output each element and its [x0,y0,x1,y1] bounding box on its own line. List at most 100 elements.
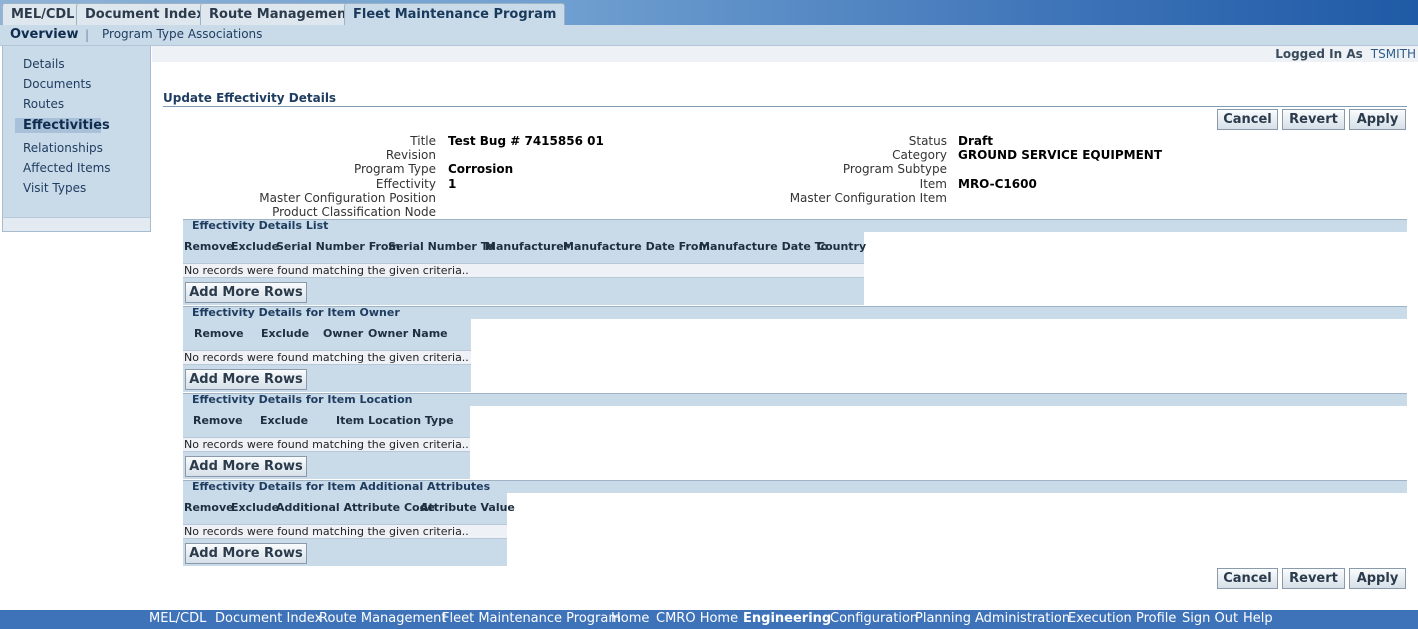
cancel-button[interactable]: Cancel [1217,109,1278,130]
footer-link-help[interactable]: Help [1243,611,1273,626]
footer-link-administration[interactable]: Administration [975,611,1070,626]
cancel-button-bottom[interactable]: Cancel [1217,568,1278,589]
section-item-location-header: Effectivity Details for Item Location [183,393,1407,406]
footer-link-sign-out[interactable]: Sign Out [1182,611,1238,626]
footer-link-fleet-maintenance-program[interactable]: Fleet Maintenance Program [442,611,621,626]
footer-link-execution[interactable]: Execution [1068,611,1132,626]
logged-in-label: Logged In As [1275,47,1363,61]
effectivity-details-list-table: Remove Exclude Serial Number From Serial… [183,232,867,305]
no-records-message: No records were found matching the given… [184,438,469,451]
sidenav-item-documents[interactable]: Documents [23,77,91,91]
item-value: MRO-C1600 [958,177,1037,191]
add-more-rows-button[interactable]: Add More Rows [185,369,307,390]
apply-button[interactable]: Apply [1349,109,1406,130]
column-header: Country [817,240,867,253]
no-records-row: No records were found matching the given… [183,350,471,365]
section-effectivity-details-list-header: Effectivity Details List [183,219,1407,232]
sidenav-item-visit-types[interactable]: Visit Types [23,181,86,195]
side-navigation: Details Documents Routes Effectivities R… [2,46,151,232]
item-label: Item [919,177,947,191]
footer-link-planning[interactable]: Planning [915,611,971,626]
table-header-row: Remove Exclude Owner Owner Name [183,319,471,350]
sidenav-item-routes[interactable]: Routes [23,97,64,111]
category-value: GROUND SERVICE EQUIPMENT [958,148,1162,162]
footer-link-mel-cdl[interactable]: MEL/CDL [149,611,206,626]
column-header: Exclude [231,240,280,253]
footer-link-home[interactable]: Home [611,611,649,626]
column-header: Manufacture Date From [563,240,710,253]
product-classification-node-label: Product Classification Node [272,205,436,219]
revert-button-bottom[interactable]: Revert [1282,568,1345,589]
footer-link-cmro-home[interactable]: CMRO Home [656,611,738,626]
tab-route-management[interactable]: Route Management [200,3,362,25]
revert-button[interactable]: Revert [1282,109,1345,130]
status-value: Draft [958,134,993,148]
column-header: Remove [193,414,243,427]
table-header-row: Remove Exclude Item Location Type [183,406,470,437]
effectivity-value: 1 [448,177,457,191]
apply-button-bottom[interactable]: Apply [1349,568,1406,589]
footer-links-bar: MEL/CDL Document Index Route Management … [0,610,1418,629]
footer-link-route-management[interactable]: Route Management [319,611,447,626]
logged-in-user: TSMITH [1370,47,1416,61]
no-records-message: No records were found matching the given… [184,525,469,538]
subtab-overview[interactable]: Overview [10,27,79,42]
column-header: Serial Number From [276,240,400,253]
footer-link-profile[interactable]: Profile [1136,611,1176,626]
column-header: Owner [323,327,364,340]
program-type-value: Corrosion [448,162,514,176]
column-header: Exclude [231,501,280,514]
program-subtype-label: Program Subtype [842,162,947,176]
page-title: Update Effectivity Details [163,91,1407,107]
master-config-position-label: Master Configuration Position [259,191,436,205]
column-header: Additional Attribute Code [276,501,435,514]
item-location-table: Remove Exclude Item Location Type No rec… [183,406,470,479]
add-more-rows-button[interactable]: Add More Rows [185,543,307,564]
sub-nav-bar: Overview | Program Type Associations [0,25,1418,46]
section-item-additional-attributes-title: Effectivity Details for Item Additional … [192,480,491,493]
footer-link-engineering[interactable]: Engineering [743,611,831,626]
sidenav-item-details[interactable]: Details [23,57,65,71]
title-label: Title [410,134,436,148]
program-type-label: Program Type [353,162,436,176]
subtab-separator: | [85,28,90,42]
item-additional-attributes-table: Remove Exclude Additional Attribute Code… [183,493,515,566]
no-records-row: No records were found matching the given… [183,524,507,539]
tab-fleet-maintenance-program[interactable]: Fleet Maintenance Program [344,3,566,26]
column-header: Manufacturer [485,240,570,253]
add-more-rows-button[interactable]: Add More Rows [185,282,307,303]
add-more-rows-button[interactable]: Add More Rows [185,456,307,477]
master-config-item-label: Master Configuration Item [789,191,947,205]
tab-mel-cdl[interactable]: MEL/CDL [2,3,84,25]
sidenav-item-relationships[interactable]: Relationships [23,141,103,155]
item-owner-table: Remove Exclude Owner Owner Name No recor… [183,319,471,392]
section-effectivity-details-list-title: Effectivity Details List [192,219,329,232]
subtab-program-type-associations[interactable]: Program Type Associations [102,27,262,41]
top-tab-bar: MEL/CDL Document Index Route Management … [0,0,1418,26]
column-header: Item Location Type [336,414,454,427]
login-strip [152,46,1418,62]
status-label: Status [908,134,947,148]
tab-document-index[interactable]: Document Index [76,3,214,25]
table-header-row: Remove Exclude Serial Number From Serial… [183,232,867,263]
section-item-additional-attributes-header: Effectivity Details for Item Additional … [183,480,1407,493]
sidenav-item-effectivities[interactable]: Effectivities [15,118,110,133]
column-header: Exclude [261,327,310,340]
category-label: Category [892,148,947,162]
no-records-row: No records were found matching the given… [183,263,864,278]
effectivity-label: Effectivity [375,177,436,191]
column-header: Remove [184,240,234,253]
no-records-message: No records were found matching the given… [184,351,469,364]
revision-label: Revision [385,148,436,162]
footer-link-document-index[interactable]: Document Index [215,611,322,626]
sidenav-item-affected-items[interactable]: Affected Items [23,161,111,175]
section-item-owner-title: Effectivity Details for Item Owner [192,306,400,319]
footer-link-configuration[interactable]: Configuration [830,611,918,626]
column-header: Manufacture Date To [699,240,829,253]
column-header: Remove [184,501,234,514]
sidenav-footer [3,217,150,231]
title-value: Test Bug # 7415856 01 [448,134,604,148]
column-header: Attribute Value [420,501,515,514]
section-item-owner-header: Effectivity Details for Item Owner [183,306,1407,319]
section-item-location-title: Effectivity Details for Item Location [192,393,413,406]
